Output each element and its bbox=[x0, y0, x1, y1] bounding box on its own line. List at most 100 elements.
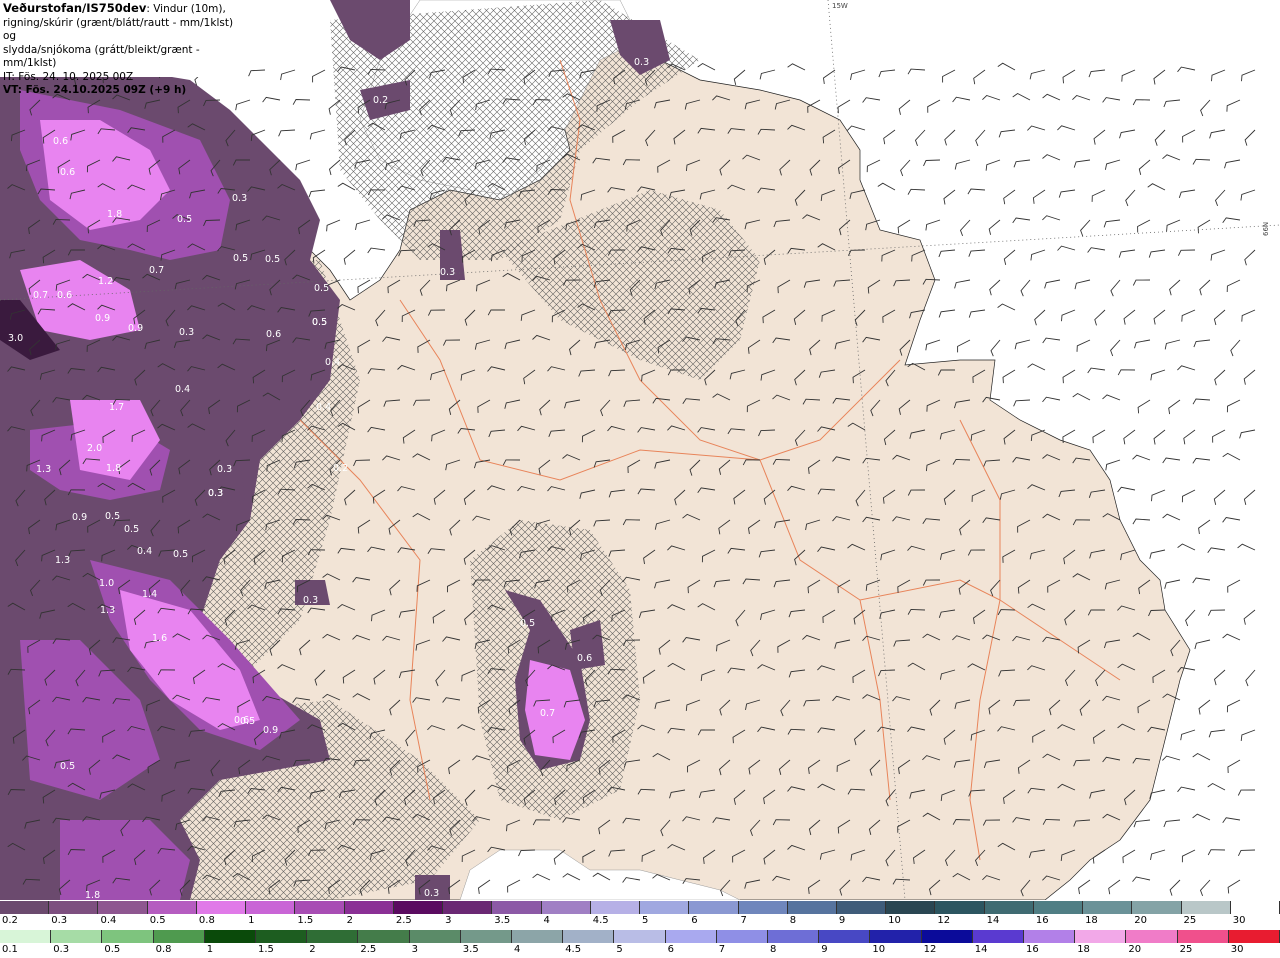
legend-label: 1.5 bbox=[258, 944, 274, 955]
legend-swatch bbox=[689, 901, 739, 914]
precip-value-label: 0.6 bbox=[57, 290, 72, 301]
legend-label: 7 bbox=[718, 944, 726, 955]
legend-label: 0.4 bbox=[100, 915, 117, 926]
legend-label: 3 bbox=[445, 915, 452, 926]
precip-value-label: 1.3 bbox=[100, 605, 115, 616]
legend-swatch bbox=[738, 901, 788, 914]
legend-label: 20 bbox=[1128, 944, 1142, 955]
legend-swatch bbox=[836, 901, 887, 914]
legend-label: 8 bbox=[789, 915, 797, 926]
precip-value-label: 0.3 bbox=[179, 327, 194, 338]
precip-value-label: 0.4 bbox=[316, 402, 331, 413]
legend-label: 0.2 bbox=[2, 915, 18, 926]
legend-label: 2.5 bbox=[395, 915, 412, 926]
legend-swatch bbox=[921, 930, 973, 943]
precip-value-label: 0.5 bbox=[105, 511, 120, 522]
precip-value-label: 1.3 bbox=[55, 555, 70, 566]
precip-value-label: 0.9 bbox=[95, 313, 110, 324]
legend-swatch bbox=[204, 930, 257, 943]
valid-time: VT: Fös. 24.10.2025 09Z (+9 h) bbox=[3, 84, 187, 96]
precip-value-label: 0.5 bbox=[177, 214, 192, 225]
legend-label: 4 bbox=[514, 944, 521, 955]
legend-label: 30 bbox=[1230, 944, 1244, 955]
brand-label: Veðurstofan/IS750dev bbox=[3, 1, 147, 15]
precip-value-label: 0.3 bbox=[217, 464, 232, 475]
precip-value-label: 1.8 bbox=[85, 890, 100, 900]
legend-swatch bbox=[358, 930, 410, 943]
legend-swatch bbox=[935, 901, 985, 914]
legend-swatch bbox=[541, 901, 591, 914]
precip-value-label: 0.5 bbox=[314, 283, 329, 294]
legend-label: 0.3 bbox=[53, 944, 70, 955]
legend-swatch bbox=[1181, 901, 1231, 914]
legend-swatch bbox=[307, 930, 359, 943]
legend-swatch bbox=[1126, 930, 1178, 943]
legend-label: 9 bbox=[838, 915, 846, 926]
legend-label: 6 bbox=[667, 944, 674, 955]
precip-value-label: 0.5 bbox=[312, 317, 327, 328]
legend-label: 0.5 bbox=[104, 944, 121, 955]
legend-swatch bbox=[460, 930, 513, 943]
legend-label: 4.5 bbox=[592, 915, 609, 926]
legend-swatch bbox=[492, 901, 542, 914]
legend-bottom-labels: 0.1 0.3 0.5 0.8 1 1.5 2 2.5 3 3.5 4 4.5 5 6 7 8 9 10 12 14 1… bbox=[0, 944, 1280, 958]
precip-value-label: 0.3 bbox=[440, 267, 455, 278]
legend-label: 25 bbox=[1179, 944, 1193, 955]
legend-label: 7 bbox=[740, 915, 747, 926]
precip-value-label: 2.0 bbox=[87, 443, 102, 454]
legend-label: 4.5 bbox=[565, 944, 582, 955]
precip-value-label: 0.7 bbox=[33, 290, 48, 301]
precip-value-label: 1.3 bbox=[36, 464, 51, 475]
legend-label: 18 bbox=[1077, 944, 1090, 955]
legend-label: 14 bbox=[986, 915, 1000, 926]
legend-swatch bbox=[640, 901, 690, 914]
legend-swatch bbox=[196, 901, 247, 914]
legend-swatch bbox=[870, 930, 922, 943]
precip-value-label: 0.4 bbox=[137, 546, 152, 557]
legend-label: 10 bbox=[888, 915, 901, 926]
forecast-map[interactable]: 15W 66N 0.4 0.2 0.6 0.6 0.3 1.8 0.5 0.5 0.5 0.5 1.… bbox=[0, 0, 1280, 900]
legend-swatch bbox=[1024, 930, 1076, 943]
legend-swatch bbox=[0, 930, 52, 943]
legend-label: 3.5 bbox=[494, 915, 511, 926]
legend-swatch bbox=[886, 901, 936, 914]
precip-value-label: 0.3 bbox=[232, 193, 247, 204]
precip-value-label: 0.3 bbox=[424, 888, 439, 899]
precip-value-label: 0.5 bbox=[233, 253, 248, 264]
precip-value-label: 0.5 bbox=[124, 524, 139, 535]
precip-value-label: 1.8 bbox=[106, 463, 121, 474]
legend-swatch bbox=[1177, 930, 1229, 943]
legend-label: 5 bbox=[616, 944, 623, 955]
legend-swatch bbox=[0, 901, 50, 914]
legend-label: 2 bbox=[309, 944, 316, 955]
legend-top-labels: 0.2 0.3 0.4 0.5 0.8 1 1.5 2 2.5 3 3.5 4 4.5 5 6 7 8 9 10 12… bbox=[0, 915, 1280, 929]
coord-label-66n: 66N bbox=[1262, 222, 1270, 236]
initial-time: IT: Fös. 24. 10. 2025 00Z bbox=[3, 70, 134, 83]
legend-swatch bbox=[102, 930, 154, 943]
legend-swatch bbox=[443, 901, 493, 914]
legend-swatch bbox=[819, 930, 871, 943]
legend-swatch bbox=[1228, 930, 1280, 943]
legend-swatch bbox=[787, 901, 837, 914]
legend-swatch bbox=[1230, 901, 1280, 914]
legend-label: 12 bbox=[923, 944, 937, 955]
precip-value-label: 0.4 bbox=[325, 357, 340, 368]
precip-value-label: 0.2 bbox=[333, 463, 348, 474]
legend-swatch bbox=[153, 930, 205, 943]
precip-value-label: 0.7 bbox=[149, 265, 164, 276]
precip-value-label: 0.6 bbox=[60, 167, 75, 178]
title-box: Veðurstofan/IS750dev: Vindur (10m), rign… bbox=[0, 0, 240, 96]
legend-label: 14 bbox=[974, 944, 988, 955]
precip-value-label: 0.6 bbox=[234, 715, 249, 726]
coord-label-15w: 15W bbox=[832, 2, 848, 10]
legend-swatch bbox=[716, 930, 769, 943]
legend-swatch bbox=[590, 901, 641, 914]
precip-value-label: 1.4 bbox=[142, 589, 157, 600]
legend-label: 0.3 bbox=[51, 915, 68, 926]
legend-swatch bbox=[1075, 930, 1127, 943]
legend-swatch bbox=[768, 930, 820, 943]
precip-value-label: 0.5 bbox=[265, 254, 280, 265]
legend-bottom-swatches bbox=[0, 930, 1280, 943]
precip-value-label: 0.7 bbox=[540, 708, 555, 719]
legend-swatch bbox=[98, 901, 148, 914]
